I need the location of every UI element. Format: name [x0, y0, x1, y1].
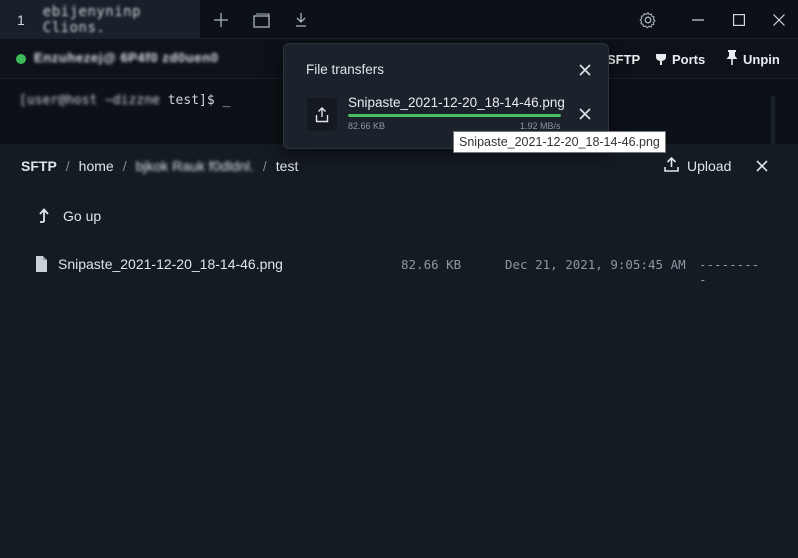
title-bar: 1 ebijenyninp Clions.	[0, 0, 798, 39]
file-size: 82.66 KB	[401, 257, 462, 272]
breadcrumb: SFTP / home / bjkok Rauk f0dldnl. / test	[21, 158, 298, 174]
popup-title: File transfers	[306, 62, 385, 77]
close-icon[interactable]	[768, 9, 790, 31]
transfer-file-name: Snipaste_2021-12-20_18-14-46.png	[348, 95, 565, 110]
plus-icon[interactable]	[210, 9, 232, 31]
transfer-size: 82.66 KB	[348, 121, 386, 131]
host-label: Enzuhezej@ 6P4f0 zd0uen0	[34, 50, 219, 65]
ports-label: Ports	[672, 51, 706, 67]
sftp-close-icon[interactable]	[754, 158, 770, 174]
popup-close-icon[interactable]	[578, 63, 592, 77]
file-modified: Dec 21, 2021, 9:05:45 AM	[505, 257, 686, 272]
unpin-button[interactable]: Unpin	[726, 50, 780, 68]
go-up-label: Go up	[63, 208, 102, 224]
transfer-progress-fill	[348, 114, 561, 117]
breadcrumb-separator: /	[65, 158, 70, 174]
sftp-label: SFTP	[607, 51, 641, 67]
file-name: Snipaste_2021-12-20_18-14-46.png	[58, 256, 283, 272]
upload-label: Upload	[687, 158, 732, 174]
gear-icon[interactable]	[637, 9, 659, 31]
terminal-prompt-suffix: test]$ _	[159, 93, 231, 108]
window-icon[interactable]	[250, 9, 272, 31]
minimize-icon[interactable]	[687, 9, 709, 31]
breadcrumb-home[interactable]: home	[79, 158, 114, 174]
file-row[interactable]: Snipaste_2021-12-20_18-14-46.png 82.66 K…	[35, 255, 765, 287]
sftp-panel	[0, 144, 798, 558]
tab-title: ebijenyninp Clions.	[42, 3, 142, 36]
plug-icon	[655, 50, 667, 68]
upload-icon	[664, 156, 679, 175]
breadcrumb-separator: /	[262, 158, 267, 174]
file-icon	[35, 256, 48, 275]
transfer-progress-bar	[348, 114, 561, 117]
go-up-row[interactable]: Go up	[37, 207, 101, 225]
terminal-tab[interactable]: 1 ebijenyninp Clions.	[0, 0, 200, 39]
breadcrumb-current[interactable]: test	[276, 158, 299, 174]
terminal-prompt[interactable]: [user@host ~dizzne test]$ _	[19, 93, 230, 108]
terminal-prompt-user: [user@host ~dizzne	[19, 93, 160, 108]
maximize-icon[interactable]	[728, 9, 750, 31]
tab-number: 1	[17, 11, 25, 28]
sftp-button[interactable]: SFTP	[607, 50, 640, 68]
download-icon[interactable]	[290, 9, 312, 31]
transfer-cancel-icon[interactable]	[578, 107, 592, 121]
upload-transfer-icon	[307, 98, 337, 131]
ports-button[interactable]: Ports	[655, 50, 705, 68]
terminal-scrollbar[interactable]	[771, 96, 775, 144]
breadcrumb-user[interactable]: bjkok Rauk f0dldnl.	[136, 158, 254, 174]
file-permissions: ---------	[699, 257, 760, 287]
breadcrumb-root[interactable]: SFTP	[21, 158, 57, 174]
pin-icon	[726, 50, 738, 68]
transfer-speed: 1.92 MB/s	[520, 121, 561, 131]
unpin-label: Unpin	[743, 51, 780, 67]
level-up-icon	[37, 207, 49, 226]
filename-tooltip: Snipaste_2021-12-20_18-14-46.png	[453, 131, 666, 153]
upload-button[interactable]: Upload	[664, 156, 732, 175]
connection-status-dot	[16, 54, 26, 64]
breadcrumb-separator: /	[122, 158, 127, 174]
